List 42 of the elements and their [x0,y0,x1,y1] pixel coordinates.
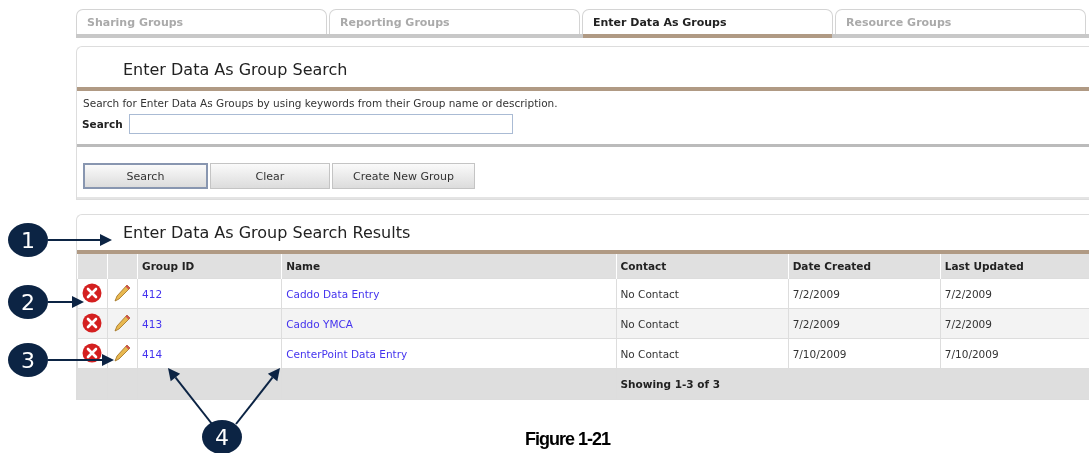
column-header: Name [281,254,616,279]
callout-marker: 3 [8,343,48,377]
callout-arrow [47,296,84,308]
search-description: Search for Enter Data As Groups by using keywords from their Group name or description. [82,96,559,109]
search-label: Search [82,118,123,130]
clear-button[interactable]: Clear [210,163,330,189]
delete-icon[interactable] [82,342,102,363]
create-group-button[interactable]: Create New Group [332,163,476,189]
table-link[interactable]: Caddo YMCA [286,317,354,330]
search-field[interactable] [128,114,513,134]
callout-arrow [168,368,213,425]
table-link[interactable]: 412 [142,287,163,300]
search-button[interactable]: Search [83,163,208,189]
callout-marker: 4 [202,420,242,453]
figure-caption: Figure 1-21 [525,429,611,450]
callout-arrow [47,354,114,366]
pencil-icon[interactable] [112,342,132,363]
callout-marker: 2 [8,285,48,319]
callout-marker: 1 [8,223,48,257]
column-header: Last Updated [940,254,1089,279]
callout-arrow [235,368,280,425]
table-cell: 7/2/2009 [792,287,840,300]
table-cell: 7/10/2009 [944,347,999,360]
table-link[interactable]: CenterPoint Data Entry [286,347,408,360]
table-link[interactable]: 413 [142,317,163,330]
table-cell: 7/2/2009 [944,287,992,300]
column-header: Group ID [137,254,282,279]
table-cell: No Contact [620,287,679,300]
table-cell: 7/10/2009 [792,347,847,360]
column-header: Contact [616,254,789,279]
column-header: Date Created [788,254,941,279]
table-cell: 7/2/2009 [792,317,840,330]
table-cell: No Contact [620,347,679,360]
table-cell: 7/2/2009 [944,317,992,330]
pencil-icon[interactable] [112,312,132,333]
table-link[interactable]: 414 [142,347,163,360]
panel-title: Enter Data As Group Search [77,47,1089,91]
results-count: Showing 1-3 of 3 [620,378,721,390]
table-link[interactable]: Caddo Data Entry [286,287,380,300]
table-cell: No Contact [620,317,679,330]
callout-arrow [47,234,112,246]
pencil-icon[interactable] [112,282,132,303]
